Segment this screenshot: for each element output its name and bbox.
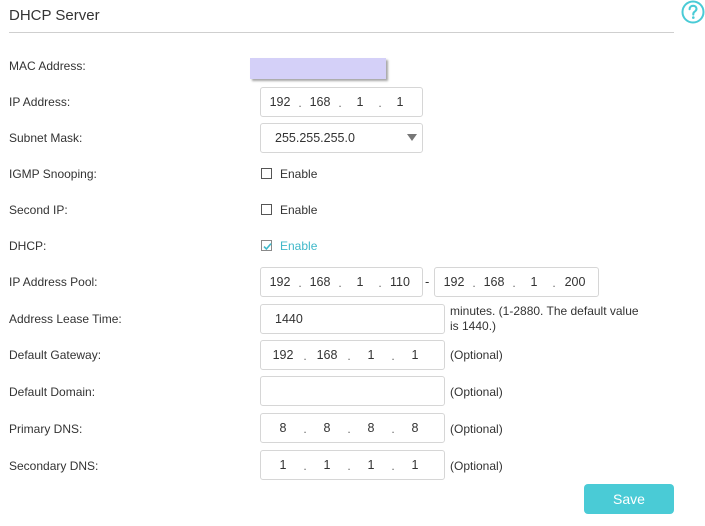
ip-pool-start-octet-2[interactable]: 168	[304, 268, 336, 296]
caret-down-icon	[407, 134, 417, 141]
ip-pool-end-octet-2[interactable]: 168	[478, 268, 510, 296]
primary-dns-octet-1[interactable]: 8	[265, 414, 301, 442]
octet-separator: .	[347, 422, 351, 436]
lease-time-input[interactable]: 1440	[260, 304, 445, 334]
octet-separator: .	[552, 276, 556, 290]
ip-address-octet-4[interactable]: 1	[384, 88, 416, 116]
octet-separator: .	[303, 459, 307, 473]
second-ip-enable-label[interactable]: Enable	[280, 202, 317, 218]
lease-time-value: 1440	[275, 312, 303, 326]
ip-pool-range-separator: -	[425, 274, 430, 289]
lease-time-hint-line-1: minutes. (1-2880. The default value	[450, 304, 639, 318]
octet-separator: .	[378, 96, 382, 110]
ip-pool-start-octet-3[interactable]: 1	[344, 268, 376, 296]
octet-separator: .	[298, 276, 302, 290]
ip-pool-label: IP Address Pool:	[9, 275, 98, 289]
default-gateway-octet-4[interactable]: 1	[397, 341, 433, 369]
default-gateway-optional-hint: (Optional)	[450, 348, 503, 362]
default-domain-optional-hint: (Optional)	[450, 385, 503, 399]
octet-separator: .	[303, 349, 307, 363]
ip-pool-end-octet-4[interactable]: 200	[558, 268, 592, 296]
octet-separator: .	[303, 422, 307, 436]
ip-address-octet-3[interactable]: 1	[344, 88, 376, 116]
mac-address-value	[250, 58, 386, 79]
page-title: DHCP Server	[9, 7, 100, 24]
octet-separator: .	[391, 349, 395, 363]
dhcp-checkbox[interactable]	[261, 240, 272, 251]
octet-separator: .	[338, 96, 342, 110]
ip-pool-end-octet-1[interactable]: 192	[438, 268, 470, 296]
secondary-dns-optional-hint: (Optional)	[450, 459, 503, 473]
igmp-snooping-label: IGMP Snooping:	[9, 167, 97, 181]
subnet-mask-select[interactable]: 255.255.255.0	[260, 123, 423, 153]
secondary-dns-label: Secondary DNS:	[9, 459, 99, 473]
default-domain-input[interactable]	[260, 376, 445, 406]
ip-address-octet-2[interactable]: 168	[304, 88, 336, 116]
ip-pool-start-octet-4[interactable]: 110	[384, 268, 416, 296]
help-icon[interactable]	[681, 0, 705, 24]
primary-dns-label: Primary DNS:	[9, 422, 83, 436]
octet-separator: .	[378, 276, 382, 290]
primary-dns-octet-3[interactable]: 8	[353, 414, 389, 442]
subnet-mask-label: Subnet Mask:	[9, 131, 83, 145]
secondary-dns-octet-4[interactable]: 1	[397, 451, 433, 479]
octet-separator: .	[347, 349, 351, 363]
ip-address-octet-1[interactable]: 192	[264, 88, 296, 116]
lease-time-hint-line-2: is 1440.)	[450, 319, 497, 333]
octet-separator: .	[338, 276, 342, 290]
octet-separator: .	[347, 459, 351, 473]
ip-pool-end-input[interactable]: 192 . 168 . 1 . 200	[434, 267, 599, 297]
dhcp-label: DHCP:	[9, 239, 47, 253]
secondary-dns-octet-2[interactable]: 1	[309, 451, 345, 479]
checkmark-icon	[263, 243, 272, 251]
default-gateway-octet-3[interactable]: 1	[353, 341, 389, 369]
primary-dns-octet-2[interactable]: 8	[309, 414, 345, 442]
second-ip-checkbox[interactable]	[261, 204, 272, 215]
ip-pool-start-input[interactable]: 192 . 168 . 1 . 110	[260, 267, 423, 297]
mac-address-label: MAC Address:	[9, 59, 86, 73]
lease-time-hint: minutes. (1-2880. The default value is 1…	[450, 304, 639, 334]
save-button[interactable]: Save	[584, 484, 674, 514]
default-gateway-octet-2[interactable]: 168	[309, 341, 345, 369]
default-gateway-input[interactable]: 192 . 168 . 1 . 1	[260, 340, 445, 370]
ip-address-input[interactable]: 192 . 168 . 1 . 1	[260, 87, 423, 117]
secondary-dns-input[interactable]: 1 . 1 . 1 . 1	[260, 450, 445, 480]
octet-separator: .	[512, 276, 516, 290]
default-gateway-label: Default Gateway:	[9, 348, 102, 362]
primary-dns-optional-hint: (Optional)	[450, 422, 503, 436]
secondary-dns-octet-1[interactable]: 1	[265, 451, 301, 479]
octet-separator: .	[391, 422, 395, 436]
dhcp-enable-label[interactable]: Enable	[280, 238, 317, 254]
octet-separator: .	[472, 276, 476, 290]
ip-address-label: IP Address:	[9, 95, 71, 109]
ip-pool-end-octet-3[interactable]: 1	[518, 268, 550, 296]
second-ip-label: Second IP:	[9, 203, 68, 217]
primary-dns-octet-4[interactable]: 8	[397, 414, 433, 442]
default-domain-label: Default Domain:	[9, 385, 96, 399]
igmp-snooping-checkbox[interactable]	[261, 168, 272, 179]
subnet-mask-value: 255.255.255.0	[275, 131, 355, 145]
ip-pool-start-octet-1[interactable]: 192	[264, 268, 296, 296]
octet-separator: .	[391, 459, 395, 473]
primary-dns-input[interactable]: 8 . 8 . 8 . 8	[260, 413, 445, 443]
igmp-snooping-enable-label[interactable]: Enable	[280, 166, 317, 182]
lease-time-label: Address Lease Time:	[9, 312, 122, 326]
octet-separator: .	[298, 96, 302, 110]
default-gateway-octet-1[interactable]: 192	[265, 341, 301, 369]
secondary-dns-octet-3[interactable]: 1	[353, 451, 389, 479]
title-divider	[9, 32, 674, 33]
